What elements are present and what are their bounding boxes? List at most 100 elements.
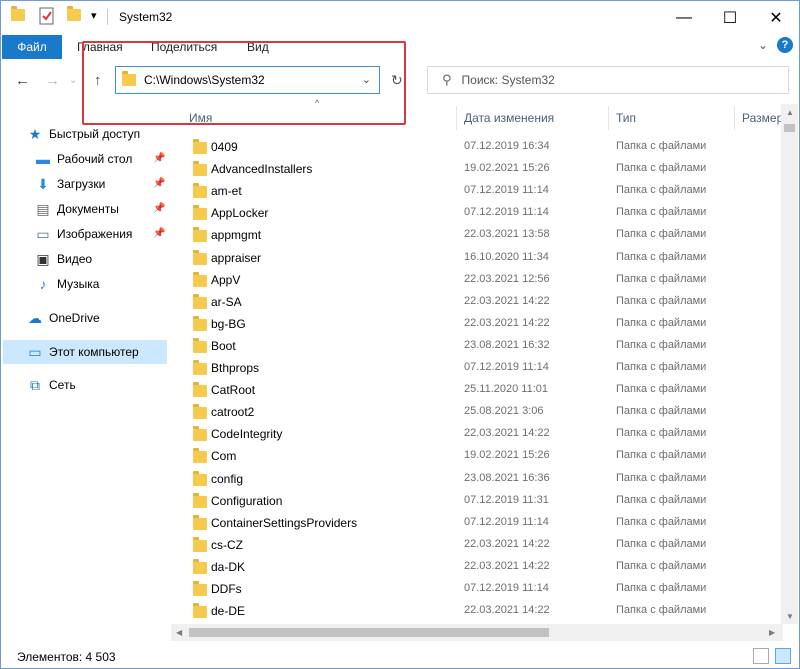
- ribbon-tabs: Файл Главная Поделиться Вид ⌄ ?: [1, 34, 799, 60]
- file-type: Папка с файлами: [616, 449, 707, 462]
- table-row[interactable]: appraiser 16.10.2020 11:34 Папка с файлами: [171, 247, 781, 269]
- help-icon[interactable]: ?: [777, 37, 793, 53]
- search-input[interactable]: Поиск: System32: [462, 73, 555, 87]
- sidebar-item-downloads[interactable]: ⬇ Загрузки: [35, 172, 167, 196]
- sidebar-item-onedrive[interactable]: ☁ OneDrive: [27, 306, 167, 330]
- file-date: 07.12.2019 11:14: [464, 184, 549, 197]
- table-row[interactable]: CatRoot 25.11.2020 11:01 Папка с файлами: [171, 379, 781, 401]
- customize-toolbar-icon[interactable]: ▾: [91, 9, 97, 22]
- horizontal-scrollbar[interactable]: ◀ ▶: [171, 624, 783, 641]
- title-bar: ▾ System32 — ☐ ✕: [1, 1, 799, 34]
- file-type: Папка с файлами: [616, 383, 707, 396]
- file-date: 25.11.2020 11:01: [464, 383, 549, 396]
- folder-icon: [193, 139, 207, 154]
- recent-locations-button[interactable]: ⌄: [69, 75, 77, 86]
- table-row[interactable]: DDFs 07.12.2019 11:14 Папка с файлами: [171, 578, 781, 600]
- scroll-right-arrow-icon[interactable]: ▶: [769, 628, 775, 637]
- sidebar-item-video[interactable]: ▣ Видео: [35, 247, 167, 271]
- onedrive-icon: ☁: [28, 310, 42, 326]
- table-row[interactable]: Bthprops 07.12.2019 11:14 Папка с файлами: [171, 357, 781, 379]
- sidebar-item-quick-access[interactable]: ★ Быстрый доступ: [27, 122, 193, 146]
- address-bar[interactable]: C:\Windows\System32 ⌄: [115, 66, 380, 94]
- details-view-icon[interactable]: [753, 648, 769, 664]
- file-date: 23.08.2021 16:32: [464, 338, 550, 351]
- table-row[interactable]: AppLocker 07.12.2019 11:14 Папка с файлами: [171, 202, 781, 224]
- table-row[interactable]: AppV 22.03.2021 12:56 Папка с файлами: [171, 269, 781, 291]
- maximize-button[interactable]: ☐: [707, 1, 753, 34]
- column-header-size[interactable]: Размер: [742, 104, 783, 132]
- forward-button[interactable]: →: [45, 72, 60, 89]
- file-name: appraiser: [211, 250, 262, 265]
- back-button[interactable]: ←: [15, 72, 30, 89]
- horizontal-scroll-thumb[interactable]: [189, 628, 549, 637]
- star-icon: ★: [28, 126, 42, 142]
- column-header-date[interactable]: Дата изменения: [464, 104, 554, 132]
- sidebar-item-desktop[interactable]: ▬ Рабочий стол: [35, 147, 167, 171]
- vertical-scroll-thumb[interactable]: [784, 124, 795, 132]
- table-row[interactable]: appmgmt 22.03.2021 13:58 Папка с файлами: [171, 224, 781, 246]
- sidebar-item-music[interactable]: ♪ Музыка: [35, 272, 167, 296]
- sidebar-item-this-pc[interactable]: ▭ Этот компьютер: [3, 340, 167, 364]
- column-header-name[interactable]: Имя: [189, 104, 212, 132]
- address-dropdown-icon[interactable]: ⌄: [362, 73, 371, 86]
- file-list: Имя Дата изменения Тип Размер 0409 07.12.…: [171, 104, 799, 624]
- ribbon-collapse-button[interactable]: ⌄: [758, 38, 768, 52]
- table-row[interactable]: da-DK 22.03.2021 14:22 Папка с файлами: [171, 556, 781, 578]
- file-name: appmgmt: [211, 228, 262, 243]
- new-folder-icon[interactable]: [67, 6, 81, 21]
- column-divider[interactable]: [608, 106, 609, 130]
- address-path[interactable]: C:\Windows\System32: [144, 73, 265, 87]
- explorer-window: ▾ System32 — ☐ ✕ Файл Главная Поделиться…: [0, 0, 800, 669]
- table-row[interactable]: am-et 07.12.2019 11:14 Папка с файлами: [171, 180, 781, 202]
- table-row[interactable]: bg-BG 22.03.2021 14:22 Папка с файлами: [171, 313, 781, 335]
- large-icons-view-icon[interactable]: [775, 648, 791, 664]
- scroll-down-arrow-icon[interactable]: ▼: [786, 612, 794, 621]
- table-row[interactable]: config 23.08.2021 16:36 Папка с файлами: [171, 468, 781, 490]
- column-divider[interactable]: [456, 106, 457, 130]
- file-date: 07.12.2019 11:14: [464, 206, 549, 219]
- quick-access-folder-icon[interactable]: [11, 6, 25, 21]
- sidebar-item-label: Быстрый доступ: [49, 127, 141, 141]
- sidebar-item-pictures[interactable]: ▭ Изображения: [35, 222, 167, 246]
- tab-home[interactable]: Главная: [77, 40, 123, 54]
- refresh-button[interactable]: ↻: [391, 72, 403, 89]
- folder-icon: [193, 603, 207, 619]
- file-name: CodeIntegrity: [211, 427, 283, 442]
- table-row[interactable]: AdvancedInstallers 19.02.2021 15:26 Папка …: [171, 158, 781, 180]
- file-date: 25.08.2021 3:06: [464, 405, 544, 418]
- table-row[interactable]: 0409 07.12.2019 16:34 Папка с файлами: [171, 136, 781, 158]
- up-button[interactable]: ↑: [94, 72, 102, 89]
- tab-view[interactable]: Вид: [247, 40, 269, 54]
- table-row[interactable]: Boot 23.08.2021 16:32 Папка с файлами: [171, 335, 781, 357]
- file-type: Папка с файлами: [616, 250, 707, 263]
- table-row[interactable]: ar-SA 22.03.2021 14:22 Папка с файлами: [171, 291, 781, 313]
- sidebar-item-documents[interactable]: ▤ Документы: [35, 197, 167, 221]
- file-name: CatRoot: [211, 383, 256, 398]
- file-name: am-et: [211, 184, 242, 199]
- file-date: 22.03.2021 14:22: [464, 537, 550, 550]
- table-row[interactable]: Configuration 07.12.2019 11:31 Папка с фай…: [171, 490, 781, 512]
- column-header-type[interactable]: Тип: [616, 104, 636, 132]
- table-row[interactable]: ContainerSettingsProviders 07.12.2019 11:…: [171, 512, 781, 534]
- sidebar-item-network[interactable]: ⧉ Сеть: [27, 373, 167, 397]
- minimize-button[interactable]: —: [661, 1, 707, 34]
- file-type: Папка с файлами: [616, 272, 707, 285]
- table-row[interactable]: catroot2 25.08.2021 3:06 Папка с файлами: [171, 401, 781, 423]
- properties-icon[interactable]: [39, 7, 55, 25]
- sidebar-item-label: Видео: [57, 252, 93, 266]
- file-date: 22.03.2021 14:22: [464, 294, 550, 307]
- search-box[interactable]: ⚲ Поиск: System32: [427, 66, 789, 94]
- tab-file[interactable]: Файл: [2, 35, 62, 59]
- downloads-icon: ⬇: [37, 176, 49, 192]
- table-row[interactable]: de-DE 22.03.2021 14:22 Папка с файлами: [171, 600, 781, 622]
- close-button[interactable]: ✕: [753, 1, 799, 34]
- vertical-scrollbar[interactable]: ▲ ▼: [781, 104, 798, 624]
- table-row[interactable]: CodeIntegrity 22.03.2021 14:22 Папка с фай…: [171, 423, 781, 445]
- column-divider[interactable]: [734, 106, 735, 130]
- table-row[interactable]: cs-CZ 22.03.2021 14:22 Папка с файлами: [171, 534, 781, 556]
- folder-icon: [193, 448, 207, 464]
- scroll-up-arrow-icon[interactable]: ▲: [786, 108, 794, 117]
- table-row[interactable]: Com 19.02.2021 15:26 Папка с файлами: [171, 445, 781, 467]
- tab-share[interactable]: Поделиться: [151, 40, 217, 54]
- scroll-left-arrow-icon[interactable]: ◀: [176, 628, 182, 637]
